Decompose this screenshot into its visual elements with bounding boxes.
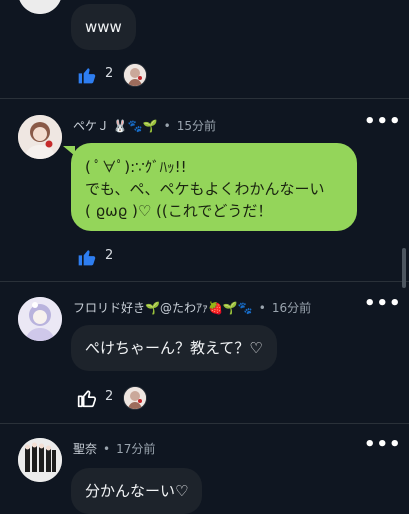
like-row: 2: [77, 386, 157, 410]
comment-text: でも、ペ、ペケもよくわかんなーい: [85, 180, 325, 198]
timestamp: 17分前: [116, 442, 156, 456]
scrollbar[interactable]: [402, 248, 406, 288]
like-count: 2: [105, 389, 114, 404]
thumbs-up-icon[interactable]: [77, 65, 97, 85]
more-options-icon[interactable]: •••: [364, 434, 402, 455]
more-options-icon[interactable]: •••: [364, 293, 402, 314]
comment-text: ( ϱωϱ )♡ ((これでどうだ！: [85, 202, 273, 220]
divider: [0, 423, 409, 424]
liker-avatar: [123, 386, 147, 410]
avatar[interactable]: [18, 438, 62, 482]
like-row: 2: [77, 245, 137, 269]
comment-bubble: www: [71, 4, 136, 50]
divider: [0, 281, 409, 282]
like-count: 2: [105, 66, 114, 81]
comment-bubble: ぺけちゃーん？教えて？♡: [71, 325, 277, 371]
divider: [0, 98, 409, 99]
avatar[interactable]: [18, 297, 62, 341]
timestamp: 16分前: [271, 301, 312, 315]
comment-text: ( ﾟ∀ﾟ):∵ｸﾞﾊｯ!!: [85, 158, 187, 176]
thumbs-up-icon[interactable]: [77, 247, 97, 267]
liker-avatar: [123, 63, 147, 87]
bubble-tail: [63, 146, 75, 156]
more-options-icon[interactable]: •••: [364, 111, 402, 132]
author-name[interactable]: フロリド好き🌱@たわｱｧ🍓🌱🐾: [73, 301, 253, 315]
comment-bubble: 分かんなーい♡: [71, 468, 203, 514]
comment-meta: ペケＪ 🐰🐾🌱 • 15分前: [73, 119, 216, 133]
comment-meta: 聖奈 • 17分前: [73, 442, 156, 456]
thumbs-up-icon[interactable]: [77, 388, 97, 408]
comment-meta: フロリド好き🌱@たわｱｧ🍓🌱🐾 • 16分前: [73, 301, 312, 315]
like-count: 2: [105, 248, 114, 263]
comment-bubble-highlight: ( ﾟ∀ﾟ):∵ｸﾞﾊｯ!! でも、ペ、ペケもよくわかんなーい ( ϱωϱ )♡…: [71, 143, 357, 231]
author-name[interactable]: 聖奈: [73, 442, 97, 456]
author-name[interactable]: ペケＪ 🐰🐾🌱: [73, 119, 158, 133]
comment-text: www: [85, 18, 122, 36]
comment-text: ぺけちゃーん？教えて？♡: [85, 339, 263, 357]
comment-text: 分かんなーい♡: [85, 482, 189, 500]
avatar[interactable]: [18, 0, 62, 14]
avatar[interactable]: [18, 115, 62, 159]
timestamp: 15分前: [176, 119, 216, 133]
like-row: 2: [77, 63, 157, 87]
